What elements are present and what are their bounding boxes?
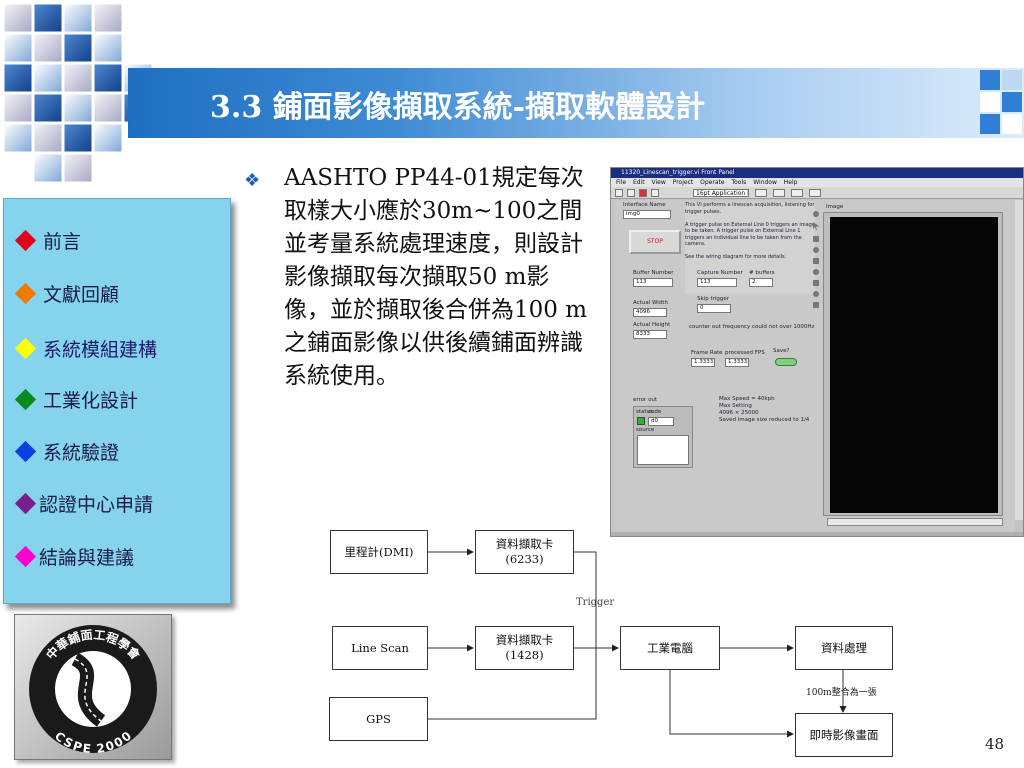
actual-width-label: Actual Width — [633, 300, 668, 306]
menu-view[interactable]: View — [652, 178, 666, 187]
resize-icon[interactable] — [791, 189, 803, 197]
reorder-icon[interactable] — [809, 189, 821, 197]
body-paragraph: AASHTO PP44-01規定每次取樣大小應於30m~100之間並考量系統處理… — [284, 165, 588, 389]
actual-height-indicator: 8333 — [633, 330, 667, 339]
merge-label: 100m整合為一張 — [806, 688, 877, 698]
num-buffers-control[interactable]: 2 — [749, 278, 773, 287]
yellow-diamond-bullet-icon — [14, 337, 37, 359]
interface-name-label: Interface Name — [623, 202, 666, 208]
daq-card-6233-block: 資料擷取卡 (6233) — [475, 530, 574, 574]
capture-number-label: Capture Number — [697, 270, 743, 276]
red-diamond-bullet-icon — [14, 229, 37, 251]
sidebar-item-label: 系統驗證 — [43, 441, 120, 464]
speed-note-text: Max Speed = 40kph Max Setting 4096 × 250… — [719, 396, 810, 423]
sidebar-item-conclusion[interactable]: 結論與建議 — [12, 539, 134, 573]
menu-operate[interactable]: Operate — [700, 178, 724, 187]
code-indicator: d0 — [648, 417, 674, 426]
realtime-display-block: 即時影像畫面 — [795, 713, 893, 757]
error-out-cluster: status code d0 source — [633, 406, 693, 468]
orange-diamond-bullet-icon — [14, 282, 37, 304]
image-label: Image — [826, 204, 844, 210]
sidebar-item-system-module[interactable]: 系統模組建構 — [12, 331, 157, 365]
align-icon[interactable] — [755, 189, 767, 197]
slide-title: 3.3 鋪面影像擷取系統-擷取軟體設計 — [210, 90, 706, 125]
num-buffers-label: # buffers — [749, 270, 775, 276]
bullet-ornament-icon: ❖ — [244, 170, 261, 191]
processed-fps-indicator: 1.33333 — [725, 358, 749, 367]
actual-width-indicator: 4096 — [633, 308, 667, 317]
image-display: Image — [823, 204, 1003, 516]
sidebar-item-introduction[interactable]: 前言 — [12, 223, 81, 257]
stop-button[interactable]: STOP — [629, 230, 681, 254]
pause-icon[interactable] — [651, 189, 659, 197]
industrial-pc-block: 工業電腦 — [620, 626, 720, 670]
frame-rate-label: Frame Rate — [691, 350, 723, 356]
menu-edit[interactable]: Edit — [633, 178, 645, 187]
sidebar-navigation: 前言 文獻回顧 系統模組建構 工業化設計 系統驗證 認證中心申請 結論與建議 — [3, 198, 231, 604]
system-block-diagram: 里程計(DMI) 資料擷取卡 (6233) Trigger Line Scan … — [320, 520, 900, 757]
sidebar-item-label: 結論與建議 — [39, 546, 135, 569]
cspe-logo-emblem: 中華鋪面工程學會 CSPE 2000 — [29, 625, 157, 756]
status-check-icon — [637, 417, 645, 425]
run-arrow-icon[interactable] — [615, 189, 623, 197]
magenta-diamond-bullet-icon — [14, 545, 37, 567]
code-label: code — [648, 409, 662, 415]
blue-diamond-bullet-icon — [14, 440, 37, 462]
sidebar-item-label: 認證中心申請 — [39, 493, 154, 516]
run-continuously-icon[interactable] — [627, 189, 635, 197]
green-diamond-bullet-icon — [14, 388, 37, 410]
sidebar-item-certification[interactable]: 認證中心申請 — [12, 486, 153, 520]
cspe-logo: 中華鋪面工程學會 CSPE 2000 — [14, 614, 172, 760]
error-out-label: error out — [633, 397, 658, 403]
sidebar-item-industrial-design[interactable]: 工業化設計 — [12, 382, 138, 416]
skip-trigger-label: Skip trigger — [697, 296, 730, 302]
image-display-screen — [830, 217, 998, 513]
window-title: 11320_Linescan_trigger.vi Front Panel — [611, 168, 1023, 178]
labview-front-panel-screenshot: 11320_Linescan_trigger.vi Front Panel Fi… — [610, 167, 1024, 537]
abort-icon[interactable] — [639, 189, 647, 197]
menu-help[interactable]: Help — [784, 178, 798, 187]
page-number: 48 — [985, 735, 1005, 753]
data-processing-block: 資料處理 — [795, 626, 893, 670]
tools-palette-icon[interactable] — [811, 208, 821, 318]
save-toggle[interactable] — [775, 358, 797, 366]
menu-bar: File Edit View Project Operate Tools Win… — [611, 178, 1023, 187]
gps-block: GPS — [329, 697, 428, 741]
daq-card-1428-block: 資料擷取卡 (1428) — [475, 626, 574, 670]
font-dropdown[interactable]: 16pt Application Font — [693, 189, 749, 197]
sidebar-item-label: 文獻回顧 — [43, 283, 120, 306]
interface-name-field[interactable]: img0 — [623, 210, 671, 219]
frame-rate-indicator: 1.33333 — [691, 358, 715, 367]
sidebar-item-literature-review[interactable]: 文獻回顧 — [12, 276, 119, 310]
line-scan-block: Line Scan — [332, 626, 428, 670]
buffer-number-indicator: 113 — [633, 278, 673, 287]
menu-project[interactable]: Project — [673, 178, 694, 187]
dmi-block: 里程計(DMI) — [330, 530, 428, 574]
purple-diamond-bullet-icon — [14, 492, 37, 514]
buffer-number-label: Buffer Number — [633, 270, 674, 276]
capture-number-indicator: 113 — [697, 278, 737, 287]
menu-window[interactable]: Window — [753, 178, 777, 187]
save-label: Save? — [773, 348, 790, 354]
sidebar-item-label: 工業化設計 — [43, 389, 139, 412]
front-panel-area: Interface Name img0 STOP This VI perform… — [615, 200, 1015, 534]
skip-trigger-control[interactable]: 0 — [697, 304, 731, 313]
processed-fps-label: processed FPS — [725, 350, 765, 356]
trigger-label: Trigger — [576, 597, 615, 608]
vertical-scrollbar[interactable] — [1015, 200, 1023, 520]
source-label: source — [636, 427, 655, 433]
decorative-squares-graphic — [980, 70, 1022, 134]
sidebar-item-label: 前言 — [43, 230, 82, 253]
actual-height-label: Actual Height — [633, 322, 671, 328]
menu-file[interactable]: File — [616, 178, 626, 187]
sidebar-item-label: 系統模組建構 — [43, 338, 158, 361]
sidebar-item-system-verification[interactable]: 系統驗證 — [12, 434, 119, 468]
distribute-icon[interactable] — [773, 189, 785, 197]
menu-tools[interactable]: Tools — [731, 178, 746, 187]
toolbar: 16pt Application Font — [611, 187, 1023, 199]
source-indicator — [637, 435, 689, 465]
counter-note-text: counter out frequency could not over 100… — [689, 324, 815, 330]
